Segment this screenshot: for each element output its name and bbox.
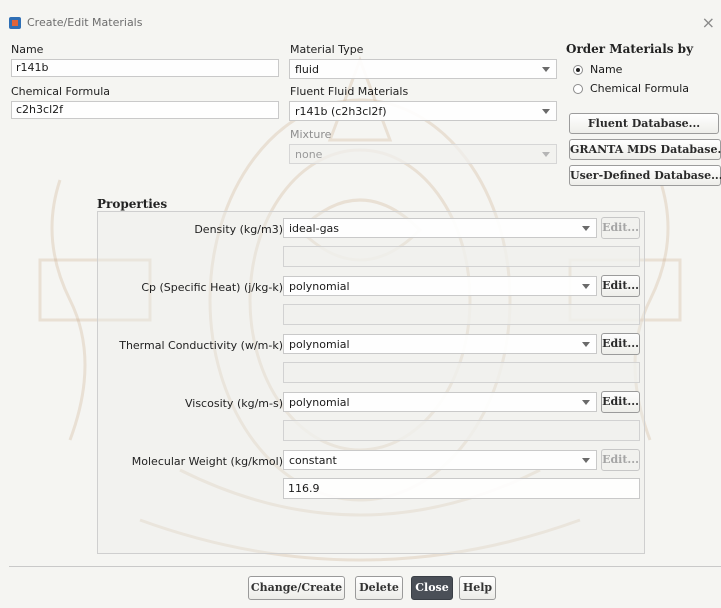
- chevron-down-icon: [582, 400, 590, 405]
- delete-button[interactable]: Delete: [355, 576, 403, 600]
- molecular-weight-method-value: constant: [289, 454, 337, 467]
- name-input[interactable]: r141b: [11, 59, 279, 77]
- density-edit-button[interactable]: Edit...: [601, 217, 640, 239]
- cp-method-value: polynomial: [289, 280, 350, 293]
- chemical-formula-label: Chemical Formula: [11, 85, 111, 98]
- thermal-conductivity-label: Thermal Conductivity (w/m-k): [119, 339, 283, 352]
- footer-divider: [9, 566, 721, 567]
- molecular-weight-label: Molecular Weight (kg/kmol): [131, 455, 283, 468]
- viscosity-value-field[interactable]: [283, 420, 640, 441]
- chevron-down-icon: [582, 458, 590, 463]
- density-method-value: ideal-gas: [289, 222, 340, 235]
- change-create-button[interactable]: Change/Create: [248, 576, 345, 600]
- molecular-weight-edit-button[interactable]: Edit...: [601, 449, 640, 471]
- thermal-conductivity-value-field[interactable]: [283, 362, 640, 383]
- close-icon[interactable]: ×: [702, 13, 715, 32]
- properties-title: Properties: [97, 197, 168, 211]
- fluent-materials-value: r141b (c2h3cl2f): [295, 105, 387, 118]
- mixture-value: none: [295, 148, 323, 161]
- order-by-name-radio[interactable]: Name: [573, 63, 622, 76]
- chevron-down-icon: [542, 109, 550, 114]
- cp-edit-button[interactable]: Edit...: [601, 275, 640, 297]
- name-label: Name: [11, 43, 44, 56]
- fluent-database-button[interactable]: Fluent Database...: [569, 113, 719, 134]
- thermal-conductivity-method-select[interactable]: polynomial: [283, 334, 597, 354]
- material-type-value: fluid: [295, 63, 319, 76]
- chevron-down-icon: [542, 67, 550, 72]
- order-by-name-label: Name: [590, 63, 623, 76]
- thermal-conductivity-edit-button[interactable]: Edit...: [601, 333, 640, 355]
- chevron-down-icon: [542, 152, 550, 157]
- viscosity-label: Viscosity (kg/m-s): [184, 397, 283, 410]
- order-by-formula-radio[interactable]: Chemical Formula: [573, 82, 689, 95]
- cp-method-select[interactable]: polynomial: [283, 276, 597, 296]
- fluent-app-icon: [9, 17, 21, 29]
- dialog-title: Create/Edit Materials: [27, 16, 143, 29]
- close-button[interactable]: Close: [411, 576, 453, 600]
- density-label: Density (kg/m3): [194, 223, 283, 236]
- material-type-label: Material Type: [290, 43, 364, 56]
- help-button[interactable]: Help: [459, 576, 496, 600]
- material-type-select[interactable]: fluid: [289, 59, 557, 79]
- viscosity-edit-button[interactable]: Edit...: [601, 391, 640, 413]
- order-by-label: Order Materials by: [566, 42, 694, 56]
- create-edit-materials-dialog: Create/Edit Materials × Name r141b Chemi…: [0, 0, 721, 608]
- user-defined-database-button[interactable]: User-Defined Database...: [569, 165, 721, 186]
- mixture-label: Mixture: [290, 128, 332, 141]
- fluent-materials-select[interactable]: r141b (c2h3cl2f): [289, 101, 557, 121]
- viscosity-method-value: polynomial: [289, 396, 350, 409]
- thermal-conductivity-method-value: polynomial: [289, 338, 350, 351]
- density-value-field[interactable]: [283, 246, 640, 267]
- granta-mds-database-button[interactable]: GRANTA MDS Database...: [569, 139, 721, 160]
- order-by-formula-label: Chemical Formula: [590, 82, 690, 95]
- chevron-down-icon: [582, 342, 590, 347]
- viscosity-method-select[interactable]: polynomial: [283, 392, 597, 412]
- chemical-formula-input[interactable]: c2h3cl2f: [11, 101, 279, 119]
- cp-label: Cp (Specific Heat) (j/kg-k): [141, 281, 283, 294]
- cp-value-field[interactable]: [283, 304, 640, 325]
- radio-selected-icon: [573, 64, 583, 75]
- mixture-select[interactable]: none: [289, 144, 557, 164]
- chevron-down-icon: [582, 284, 590, 289]
- density-method-select[interactable]: ideal-gas: [283, 218, 597, 238]
- molecular-weight-method-select[interactable]: constant: [283, 450, 597, 470]
- title-bar: Create/Edit Materials ×: [0, 10, 721, 36]
- chevron-down-icon: [582, 226, 590, 231]
- molecular-weight-value-field[interactable]: 116.9: [283, 478, 640, 499]
- radio-unselected-icon: [573, 83, 583, 94]
- fluent-materials-label: Fluent Fluid Materials: [290, 85, 409, 98]
